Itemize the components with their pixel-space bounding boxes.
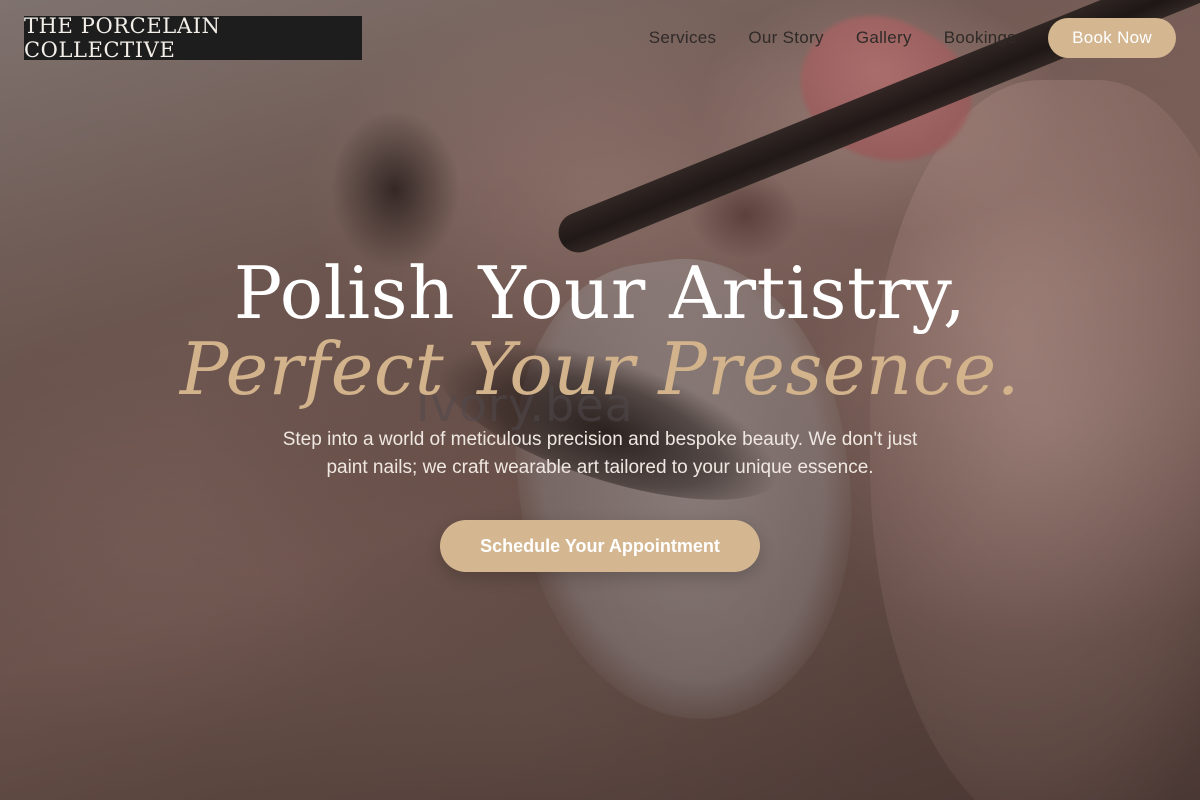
hero-title-line1: Polish Your Artistry, — [233, 251, 967, 335]
hero-title-line2: Perfect Your Presence. — [179, 327, 1021, 411]
schedule-appointment-button[interactable]: Schedule Your Appointment — [440, 520, 760, 572]
brand-logo[interactable]: THE PORCELAIN COLLECTIVE — [24, 14, 362, 62]
nav-link-services[interactable]: Services — [649, 28, 717, 48]
main-nav: Services Our Story Gallery Bookings Book… — [649, 18, 1176, 58]
book-now-button[interactable]: Book Now — [1048, 18, 1176, 58]
nav-link-gallery[interactable]: Gallery — [856, 28, 912, 48]
hero-title: Polish Your Artistry, Perfect Your Prese… — [0, 251, 1200, 411]
hero-subtitle: Step into a world of meticulous precisio… — [282, 429, 918, 478]
nav-link-our-story[interactable]: Our Story — [748, 28, 823, 48]
hero-section: Polish Your Artistry, Perfect Your Prese… — [0, 252, 1200, 572]
nav-link-bookings[interactable]: Bookings — [944, 28, 1016, 48]
